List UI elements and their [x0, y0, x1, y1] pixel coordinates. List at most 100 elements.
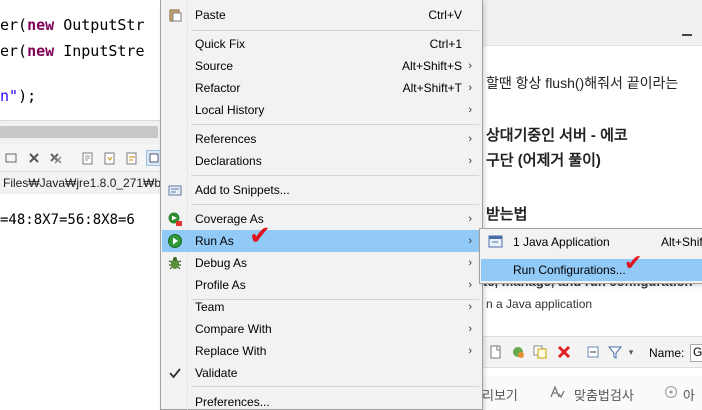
menu-item-debug-as[interactable]: Debug As ›: [162, 252, 482, 274]
menu-item-label: Replace With: [195, 344, 267, 358]
code-line: er(new OutputStr: [0, 14, 145, 37]
code-line: n");: [0, 85, 36, 108]
code-text: er(: [0, 16, 28, 34]
menu-item-add-to-snippets[interactable]: Add to Snippets...: [162, 179, 482, 201]
menu-item-coverage-as[interactable]: Coverage As ›: [162, 208, 482, 230]
submenu-item-label: Run Configurations...: [513, 263, 626, 277]
scrollbar-thumb[interactable]: [0, 126, 158, 138]
menu-item-label: Declarations: [195, 154, 262, 168]
menu-item-references[interactable]: References ›: [162, 128, 482, 150]
submenu-arrow-icon: ›: [468, 235, 472, 247]
submenu-arrow-icon: ›: [468, 301, 472, 313]
code-editor[interactable]: er(new OutputStr er(new InputStre n");: [0, 0, 162, 120]
code-text: er(: [0, 42, 28, 60]
submenu-arrow-icon: ›: [468, 155, 472, 167]
menu-item-run-as[interactable]: Run As ›: [162, 230, 482, 252]
submenu-arrow-icon: ›: [468, 82, 472, 94]
menu-item-shortcut: Alt+Shift+T: [402, 81, 462, 95]
java-app-icon: [488, 234, 504, 250]
submenu-arrow-icon: ›: [468, 133, 472, 145]
submenu-arrow-icon: ›: [468, 323, 472, 335]
menu-item-replace-with[interactable]: Replace With ›: [162, 340, 482, 362]
menu-item-label: Debug As: [195, 256, 248, 270]
coverage-icon: [167, 211, 183, 227]
chevron-down-icon[interactable]: ▾: [623, 344, 639, 360]
menu-item-local-history[interactable]: Local History ›: [162, 99, 482, 121]
code-text: InputStre: [54, 42, 145, 60]
console-view-icon[interactable]: [3, 150, 19, 166]
menu-item-team[interactable]: Team ›: [162, 296, 482, 318]
menu-item-label: Compare With: [195, 322, 272, 336]
menu-item-shortcut: Alt+Shift+S: [401, 59, 462, 73]
code-string: n": [0, 87, 19, 105]
menu-item-paste[interactable]: Paste Ctrl+V: [162, 4, 482, 26]
menu-separator: [191, 30, 479, 31]
menu-separator: [191, 204, 479, 205]
new-prototype-icon[interactable]: [510, 344, 526, 360]
terminate-icon[interactable]: [26, 150, 42, 166]
scroll-lock-icon[interactable]: [102, 150, 118, 166]
blog-heading-line: 상대기중인 서버 - 에코: [486, 127, 628, 144]
menu-item-label: Add to Snippets...: [195, 183, 290, 197]
red-checkmark-annotation-icon: ✔: [624, 250, 643, 275]
filter-icon[interactable]: [607, 344, 623, 360]
context-menu: Paste Ctrl+V Quick Fix Ctrl+1 Source Alt…: [160, 0, 483, 410]
debug-icon: [167, 255, 183, 271]
menu-item-refactor[interactable]: Refactor Alt+Shift+T ›: [162, 77, 482, 99]
new-launch-configuration-icon[interactable]: [488, 344, 504, 360]
menu-item-declarations[interactable]: Declarations ›: [162, 150, 482, 172]
submenu-arrow-icon: ›: [468, 60, 472, 72]
console-toolbar: [0, 144, 162, 172]
delete-icon[interactable]: [556, 344, 572, 360]
menu-item-validate[interactable]: Validate: [162, 362, 482, 384]
remove-all-terminated-icon[interactable]: [48, 150, 64, 166]
menu-item-label: Profile As: [195, 278, 246, 292]
menu-item-label: Paste: [195, 8, 226, 22]
menu-item-preferences[interactable]: Preferences...: [162, 391, 482, 410]
checkbox-checked-icon: [167, 365, 183, 381]
preview-button[interactable]: 리보기: [483, 385, 518, 404]
run-as-submenu: 1 Java Application Alt+Shif Run Configur…: [479, 228, 702, 284]
minimize-icon[interactable]: [682, 34, 692, 36]
menu-item-source[interactable]: Source Alt+Shift+S ›: [162, 55, 482, 77]
submenu-item-java-application[interactable]: 1 Java Application Alt+Shif: [481, 231, 702, 253]
name-field[interactable]: G: [690, 344, 702, 362]
console-output-text: =48:8X7=56:8X8=6: [0, 212, 135, 228]
footer-option-icon[interactable]: [664, 385, 678, 402]
spellcheck-button[interactable]: 맞춤법검사: [574, 385, 634, 404]
submenu-arrow-icon: ›: [468, 104, 472, 116]
word-wrap-icon[interactable]: [124, 150, 140, 166]
collapse-all-icon[interactable]: [585, 344, 601, 360]
submenu-item-shortcut: Alt+Shif: [661, 235, 702, 249]
menu-item-label: Preferences...: [195, 395, 270, 409]
menu-separator: [191, 386, 479, 387]
console-launch-path: Files₩Java₩jre1.8.0_271₩bin₩: [0, 172, 162, 194]
run-configuration-toolbar: ▾ Name: G: [483, 336, 702, 368]
clear-console-icon[interactable]: [80, 150, 96, 166]
code-text: OutputStr: [54, 16, 145, 34]
submenu-arrow-icon: ›: [468, 279, 472, 291]
menu-item-profile-as[interactable]: Profile As ›: [162, 274, 482, 296]
code-keyword: new: [27, 16, 55, 34]
blog-heading-line: 구단 (어제거 풀이): [486, 152, 601, 169]
paste-icon: [167, 7, 183, 23]
menu-item-quick-fix[interactable]: Quick Fix Ctrl+1: [162, 33, 482, 55]
submenu-arrow-icon: ›: [468, 345, 472, 357]
footer-option-label[interactable]: 아: [683, 385, 695, 404]
code-line: er(new InputStre: [0, 40, 145, 63]
submenu-arrow-icon: ›: [468, 213, 472, 225]
menu-item-compare-with[interactable]: Compare With ›: [162, 318, 482, 340]
blog-page-background: 할땐 항상 flush()해줘서 끝이라는 상대기중인 서버 - 에코 구단 (…: [483, 0, 702, 410]
menu-item-label: References: [195, 132, 257, 146]
menu-item-shortcut: Ctrl+1: [429, 37, 462, 51]
submenu-item-run-configurations[interactable]: Run Configurations...: [481, 259, 702, 281]
run-icon: [167, 233, 183, 249]
menu-item-shortcut: Ctrl+V: [428, 8, 462, 22]
menu-item-label: Local History: [195, 103, 265, 117]
editor-horizontal-scrollbar[interactable]: [0, 120, 162, 144]
name-label: Name:: [649, 346, 685, 360]
submenu-arrow-icon: ›: [468, 257, 472, 269]
spellcheck-icon: [549, 385, 565, 402]
blog-top-bar: [483, 0, 702, 46]
duplicate-icon[interactable]: [532, 344, 548, 360]
